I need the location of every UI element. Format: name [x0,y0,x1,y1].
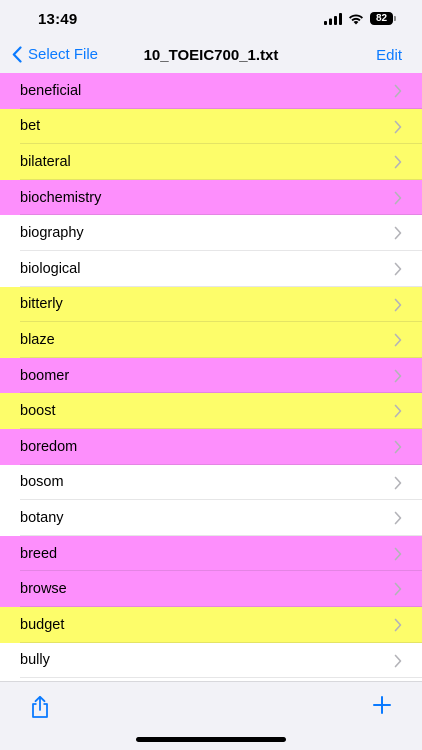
chevron-right-icon [394,369,402,383]
word-row[interactable]: bilateral [0,144,422,180]
chevron-right-icon [394,547,402,561]
word-row[interactable]: boost [0,393,422,429]
battery-icon: 82 [370,12,396,25]
status-time: 13:49 [38,11,78,28]
word-list: beneficial bet bilateral biochemistry biogra… [0,73,422,681]
chevron-right-icon [394,511,402,525]
word-row[interactable]: budget [0,606,422,643]
word-row[interactable]: breed [0,535,422,572]
chevron-right-icon [394,191,402,205]
word-label: bosom [20,474,64,491]
word-label: boost [20,403,56,420]
cellular-signal-icon [324,12,342,25]
chevron-right-icon [394,476,402,489]
word-label: blaze [20,331,55,348]
word-row[interactable]: biochemistry [0,179,422,216]
chevron-right-icon [394,405,402,418]
word-label: budget [20,616,65,633]
edit-button[interactable]: Edit [376,47,402,64]
battery-cap [394,16,396,21]
word-row[interactable]: boredom [0,428,422,465]
share-button[interactable] [29,695,51,724]
word-row[interactable]: bitterly [0,286,422,323]
home-indicator [136,737,286,742]
word-row[interactable]: bosom [0,464,422,501]
battery-level: 82 [370,12,393,25]
chevron-right-icon [394,155,402,169]
word-label: breed [20,545,58,562]
chevron-right-icon [394,333,402,347]
word-row[interactable]: botany [0,500,422,536]
word-label: browse [20,581,67,598]
add-button[interactable] [372,695,392,720]
word-label: biography [20,225,84,242]
word-label: botany [20,509,64,526]
back-button[interactable]: Select File [12,46,98,63]
word-label: bet [20,118,41,135]
word-row[interactable]: biological [0,250,422,287]
chevron-right-icon [394,262,402,276]
chevron-right-icon [394,120,402,133]
word-label: beneficial [20,82,82,99]
plus-icon [373,696,391,714]
chevron-right-icon [394,654,402,667]
word-label: bully [20,652,50,669]
chevron-right-icon [394,84,402,98]
chevron-right-icon [394,298,402,311]
back-button-label: Select File [28,46,99,63]
wifi-icon [349,14,363,24]
chevron-right-icon [394,618,402,632]
word-row[interactable]: bet [0,108,422,145]
chevron-right-icon [394,440,402,454]
word-label: biological [20,260,81,277]
word-row[interactable]: browse [0,571,422,607]
navigation-bar: Select File 10_TOEIC700_1.txt Edit [0,38,422,74]
word-label: boredom [20,438,78,455]
word-row[interactable]: blaze [0,322,422,358]
word-label: boomer [20,367,70,384]
word-label: bitterly [20,296,63,313]
word-row[interactable]: bully [0,642,422,679]
word-label: biochemistry [20,189,102,206]
chevron-right-icon [394,583,402,596]
word-row[interactable]: boomer [0,357,422,394]
chevron-right-icon [394,227,402,240]
word-row[interactable]: beneficial [0,73,422,109]
status-icons: 82 [324,12,396,25]
share-icon [32,695,48,718]
chevron-left-icon [12,46,22,63]
word-label: bilateral [20,153,71,170]
bottom-toolbar [0,681,422,750]
word-row[interactable]: biography [0,215,422,251]
status-bar: 13:49 82 [0,0,422,38]
